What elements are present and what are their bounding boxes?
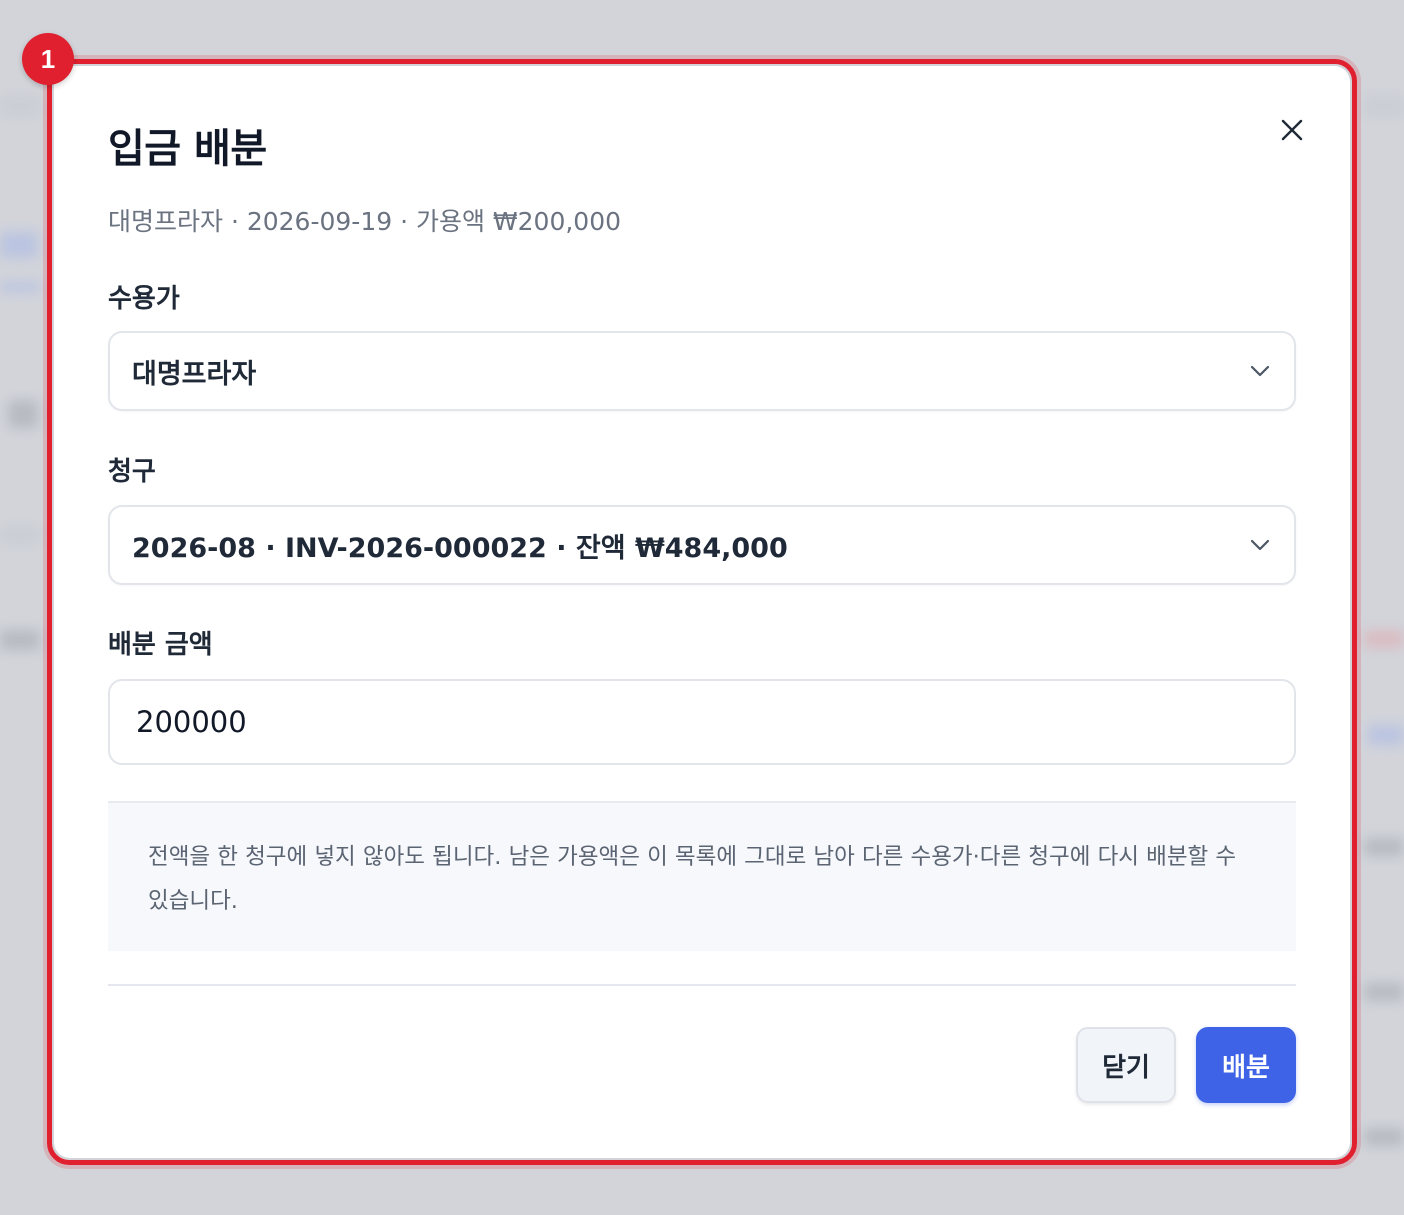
- close-button[interactable]: 닫기: [1076, 1027, 1176, 1103]
- allocation-notice: 전액을 한 청구에 넣지 않아도 됩니다. 남은 가용액은 이 목록에 그대로 …: [108, 801, 1296, 951]
- customer-select-value: 대명프라자: [132, 358, 257, 390]
- chevron-down-icon: [1250, 365, 1270, 377]
- chevron-down-icon: [1250, 539, 1270, 551]
- close-dialog-button[interactable]: [1272, 110, 1312, 150]
- footer-divider: [108, 984, 1296, 986]
- step-badge: 1: [22, 33, 74, 85]
- amount-input[interactable]: [108, 679, 1296, 765]
- invoice-label: 청구: [108, 457, 156, 487]
- amount-label: 배분 금액: [108, 630, 213, 660]
- customer-select[interactable]: 대명프라자: [108, 331, 1296, 411]
- allocate-button[interactable]: 배분: [1196, 1027, 1296, 1103]
- invoice-select-value: 2026-08 · INV-2026-000022 · 잔액 ₩484,000: [132, 532, 788, 564]
- invoice-select[interactable]: 2026-08 · INV-2026-000022 · 잔액 ₩484,000: [108, 505, 1296, 585]
- close-icon: [1281, 119, 1303, 141]
- dialog-subtitle: 대명프라자 · 2026-09-19 · 가용액 ₩200,000: [108, 207, 622, 236]
- dialog-title: 입금 배분: [108, 126, 267, 172]
- customer-label: 수용가: [108, 284, 180, 314]
- allocation-dialog: 입금 배분 대명프라자 · 2026-09-19 · 가용액 ₩200,000 …: [54, 66, 1350, 1158]
